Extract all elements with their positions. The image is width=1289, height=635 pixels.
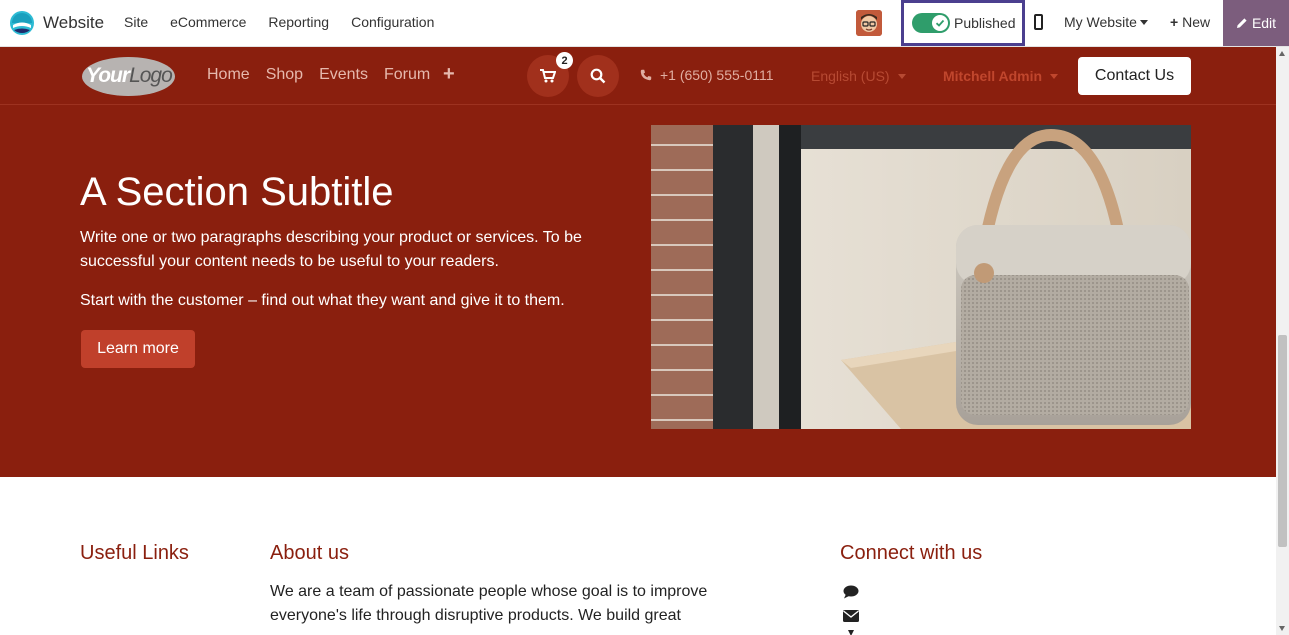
caret-down-icon bbox=[1139, 20, 1148, 25]
about-us-text: We are a team of passionate people whose… bbox=[270, 583, 708, 624]
site-header: YourLogo Home Shop Events Forum + 2 +1 (… bbox=[0, 47, 1276, 105]
new-button[interactable]: + New bbox=[1170, 14, 1210, 30]
website-app-icon[interactable] bbox=[9, 10, 35, 36]
phone-icon[interactable] bbox=[843, 630, 859, 635]
caret-down-icon bbox=[897, 74, 906, 79]
learn-more-button[interactable]: Learn more bbox=[81, 330, 195, 368]
my-website-dropdown[interactable]: My Website bbox=[1064, 14, 1148, 30]
published-label[interactable]: Published bbox=[954, 15, 1016, 31]
top-menu-reporting[interactable]: Reporting bbox=[268, 14, 329, 30]
scrollbar-thumb[interactable] bbox=[1278, 335, 1287, 547]
phone-icon bbox=[640, 69, 652, 81]
language-selector[interactable]: English (US) bbox=[811, 68, 906, 84]
top-menu-site[interactable]: Site bbox=[124, 14, 148, 30]
logo-text-your: Your bbox=[86, 64, 130, 87]
cart-count-badge: 2 bbox=[556, 52, 573, 69]
top-menu: Site eCommerce Reporting Configuration bbox=[124, 14, 456, 30]
search-button[interactable] bbox=[577, 55, 619, 97]
user-menu[interactable]: Mitchell Admin bbox=[943, 68, 1059, 84]
user-avatar[interactable] bbox=[856, 10, 882, 36]
edit-button[interactable]: Edit bbox=[1223, 0, 1289, 46]
nav-shop[interactable]: Shop bbox=[266, 66, 303, 84]
language-label: English (US) bbox=[811, 68, 890, 84]
my-website-label: My Website bbox=[1064, 14, 1137, 30]
avatar-face-icon bbox=[856, 10, 882, 36]
useful-links-heading: Useful Links bbox=[80, 542, 189, 564]
comment-icon[interactable] bbox=[843, 585, 859, 599]
scroll-up-arrow-icon[interactable] bbox=[1279, 51, 1285, 56]
section-subtitle-heading: A Section Subtitle bbox=[80, 170, 394, 214]
envelope-icon[interactable] bbox=[843, 610, 859, 622]
phone-number: +1 (650) 555-0111 bbox=[660, 67, 774, 83]
mobile-preview-icon[interactable] bbox=[1034, 14, 1043, 30]
site-logo-text[interactable]: YourLogo bbox=[86, 64, 173, 88]
about-us-heading: About us bbox=[270, 542, 349, 564]
nav-home[interactable]: Home bbox=[207, 66, 250, 84]
publish-toggle-box[interactable]: Published bbox=[901, 0, 1025, 46]
caret-down-icon bbox=[1050, 74, 1059, 79]
cart-icon bbox=[540, 69, 556, 83]
check-icon bbox=[932, 15, 948, 31]
pencil-icon bbox=[1236, 18, 1247, 28]
page-scrollbar[interactable] bbox=[1276, 47, 1289, 635]
hero-paragraph-1: Write one or two paragraphs describing y… bbox=[80, 229, 582, 270]
admin-top-bar: Website Site eCommerce Reporting Configu… bbox=[0, 0, 1289, 47]
contact-us-button[interactable]: Contact Us bbox=[1078, 57, 1191, 95]
scroll-down-arrow-icon[interactable] bbox=[1279, 626, 1285, 631]
site-nav: Home Shop Events Forum bbox=[207, 66, 446, 84]
site-footer: Useful Links About us We are a team of p… bbox=[0, 477, 1276, 635]
user-name: Mitchell Admin bbox=[943, 68, 1043, 84]
hero-section: A Section Subtitle Write one or two para… bbox=[0, 105, 1276, 477]
top-menu-ecommerce[interactable]: eCommerce bbox=[170, 14, 246, 30]
app-name[interactable]: Website bbox=[43, 13, 104, 33]
search-icon bbox=[590, 68, 606, 84]
edit-label: Edit bbox=[1251, 15, 1277, 31]
connect-heading: Connect with us bbox=[840, 542, 983, 564]
top-menu-configuration[interactable]: Configuration bbox=[351, 14, 434, 30]
plus-icon: + bbox=[1170, 14, 1179, 30]
nav-forum[interactable]: Forum bbox=[384, 66, 430, 84]
published-toggle[interactable] bbox=[912, 13, 950, 33]
add-menu-plus-icon[interactable]: + bbox=[443, 63, 455, 86]
nav-events[interactable]: Events bbox=[319, 66, 368, 84]
hero-paragraph-2: Start with the customer – find out what … bbox=[80, 292, 565, 309]
new-label: New bbox=[1182, 14, 1211, 30]
speaker-product-image bbox=[651, 125, 1191, 429]
phone-link[interactable]: +1 (650) 555-0111 bbox=[640, 67, 774, 83]
logo-text-logo: Logo bbox=[129, 64, 173, 87]
